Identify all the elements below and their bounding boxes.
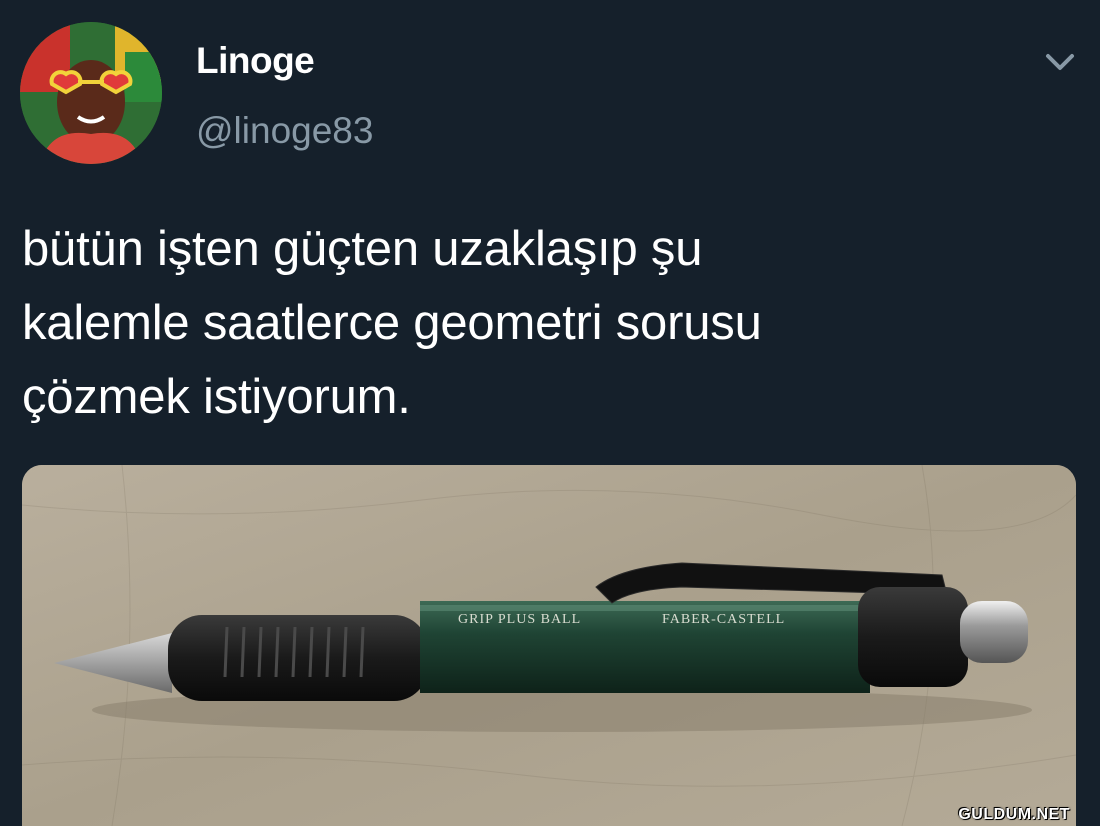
tweet-text-line: kalemle saatlerce geometri sorusu xyxy=(22,296,762,350)
chevron-down-icon[interactable] xyxy=(1040,48,1080,78)
tweet-media-photo[interactable]: GRIP PLUS BALL FABER-CASTELL GULDUM.NET xyxy=(22,465,1076,826)
pen-brand-label: FABER-CASTELL xyxy=(662,612,785,627)
tweet: Linoge @linoge83 bütün işten güçten uzak… xyxy=(0,0,1100,826)
tweet-text: bütün işten güçten uzaklaşıp şu kalemle … xyxy=(22,212,1082,434)
pen-photo: GRIP PLUS BALL FABER-CASTELL xyxy=(22,465,1076,826)
avatar[interactable] xyxy=(20,22,162,164)
pen-model-label: GRIP PLUS BALL xyxy=(458,612,581,627)
tweet-text-line: çözmek istiyorum. xyxy=(22,370,411,424)
author-handle[interactable]: @linoge83 xyxy=(196,110,373,152)
author-name[interactable]: Linoge xyxy=(196,40,315,82)
watermark: GULDUM.NET xyxy=(958,806,1070,823)
tweet-text-line: bütün işten güçten uzaklaşıp şu xyxy=(22,222,703,276)
avatar-image xyxy=(20,22,162,164)
